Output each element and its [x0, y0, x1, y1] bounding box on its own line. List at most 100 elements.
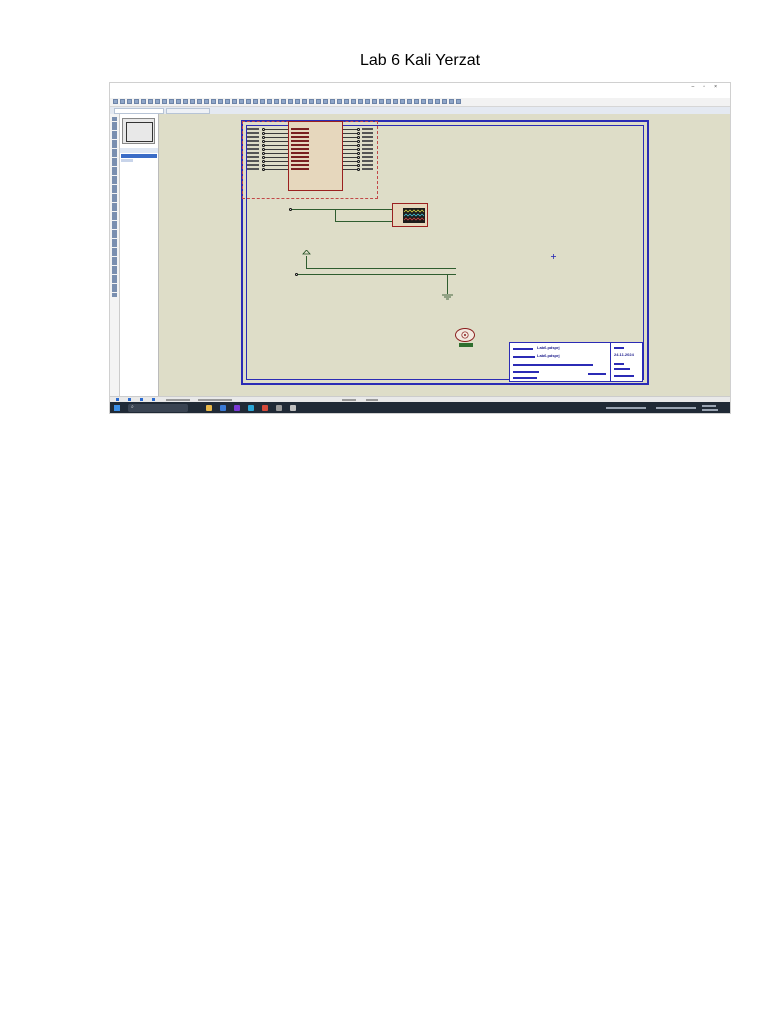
toolbar-button-icon[interactable] [358, 99, 363, 104]
toolbar-button-icon[interactable] [225, 99, 230, 104]
mode-tool-icon[interactable] [112, 252, 117, 256]
pin-terminal[interactable] [357, 143, 360, 147]
pin-terminal[interactable] [357, 139, 360, 143]
toolbar-button-icon[interactable] [148, 99, 153, 104]
toolbar-button-icon[interactable] [260, 99, 265, 104]
mode-tool-icon[interactable] [112, 117, 117, 121]
file-explorer-icon[interactable] [206, 405, 212, 411]
mode-tool-icon[interactable] [112, 180, 117, 184]
toolbar-button-icon[interactable] [344, 99, 349, 104]
device-panel[interactable] [120, 114, 159, 396]
toolbar-button-icon[interactable] [302, 99, 307, 104]
system-tray[interactable] [606, 405, 726, 411]
toolbar-button-icon[interactable] [365, 99, 370, 104]
root-sheet-indicator[interactable] [198, 399, 232, 401]
window-controls[interactable]: –▫× [692, 84, 726, 90]
toolbar-button-icon[interactable] [127, 99, 132, 104]
overview-window[interactable] [122, 118, 155, 144]
mode-tool-icon[interactable] [112, 270, 117, 274]
mode-tool-icon[interactable] [112, 234, 117, 238]
taskbar-app-icon[interactable] [262, 405, 268, 411]
play-icon[interactable] [116, 398, 119, 401]
taskbar-app-icon[interactable] [234, 405, 240, 411]
window-minimize-icon[interactable]: – [692, 84, 704, 90]
mode-tool-icon[interactable] [112, 247, 117, 252]
toolbar-button-icon[interactable] [253, 99, 258, 104]
mode-tool-icon[interactable] [112, 202, 117, 207]
mode-tool-icon[interactable] [112, 144, 117, 148]
mode-tool-icon[interactable] [112, 288, 117, 292]
wire-power-vertical[interactable] [306, 256, 307, 268]
mode-tool-icon[interactable] [112, 229, 117, 234]
toolbar-button-icon[interactable] [267, 99, 272, 104]
toolbar-button-icon[interactable] [407, 99, 412, 104]
toolbar-button-icon[interactable] [141, 99, 146, 104]
document-tabs[interactable] [110, 107, 730, 114]
mode-tool-icon[interactable] [112, 162, 117, 166]
schematic-canvas[interactable]: Lab6.pdsprj Lab6.pdsprj 24.11.2024 [159, 114, 730, 396]
toolbar-button-icon[interactable] [204, 99, 209, 104]
mode-tool-icon[interactable] [112, 216, 117, 220]
toolbar-button-icon[interactable] [393, 99, 398, 104]
toolbar-button-icon[interactable] [134, 99, 139, 104]
pin-terminal[interactable] [357, 155, 360, 159]
mode-tool-icon[interactable] [112, 220, 117, 225]
toolbar-button-icon[interactable] [183, 99, 188, 104]
mode-tool-icon[interactable] [112, 135, 117, 139]
motor-icon[interactable] [455, 328, 475, 342]
toolbar-button-icon[interactable] [323, 99, 328, 104]
pin-terminal[interactable] [357, 167, 360, 171]
mode-tool-icon[interactable] [112, 283, 117, 288]
taskbar-app-icon[interactable] [220, 405, 226, 411]
pause-icon[interactable] [140, 398, 143, 401]
toolbar-button-icon[interactable] [274, 99, 279, 104]
wire-gpio-motor[interactable] [298, 274, 456, 275]
device-list-item[interactable] [121, 159, 133, 162]
terminal-gpio[interactable] [289, 208, 292, 211]
pin-terminal[interactable] [357, 135, 360, 139]
mode-tool-icon[interactable] [112, 207, 117, 211]
toolbar-button-icon[interactable] [428, 99, 433, 104]
window-maximize-icon[interactable]: ▫ [703, 84, 714, 90]
wire-scope-input[interactable] [335, 221, 392, 222]
mode-tool-icon[interactable] [112, 198, 117, 202]
weather-widget[interactable] [606, 407, 646, 409]
toolbar-button-icon[interactable] [351, 99, 356, 104]
mode-tool-icon[interactable] [112, 121, 117, 126]
toolbar-button-icon[interactable] [288, 99, 293, 104]
toolbar-button-icon[interactable] [456, 99, 461, 104]
mode-tool-icon[interactable] [112, 139, 117, 144]
toolbar-button-icon[interactable] [449, 99, 454, 104]
wire-gpio-scope[interactable] [292, 209, 392, 210]
wire-ground-vertical[interactable] [447, 274, 448, 294]
oscilloscope-icon[interactable] [392, 203, 428, 227]
mode-tool-icon[interactable] [112, 279, 117, 283]
wire-gpio-scope-vertical[interactable] [335, 209, 336, 221]
toolbar-button-icon[interactable] [337, 99, 342, 104]
mode-tool-icon[interactable] [112, 130, 117, 135]
mode-tool-icon[interactable] [112, 238, 117, 243]
stop-icon[interactable] [152, 398, 155, 401]
toolbar-button-icon[interactable] [176, 99, 181, 104]
mode-tool-icon[interactable] [112, 153, 117, 157]
tray-icons[interactable] [656, 407, 696, 409]
toolbar-button-icon[interactable] [379, 99, 384, 104]
toolbar-button-icon[interactable] [197, 99, 202, 104]
pin-terminal[interactable] [357, 159, 360, 163]
toolbar-button-icon[interactable] [246, 99, 251, 104]
toolbar-button-icon[interactable] [120, 99, 125, 104]
mode-tool-icon[interactable] [112, 157, 117, 162]
mode-tool-icon[interactable] [112, 126, 117, 130]
device-list-item-selected[interactable] [121, 154, 157, 158]
toolbar-button-icon[interactable] [162, 99, 167, 104]
step-icon[interactable] [128, 398, 131, 401]
pin-terminal[interactable] [357, 127, 360, 131]
toolbar-button-icon[interactable] [239, 99, 244, 104]
taskbar-app-icon[interactable] [276, 405, 282, 411]
toolbar-button-icon[interactable] [190, 99, 195, 104]
mode-tool-icon[interactable] [112, 166, 117, 171]
pin-terminal[interactable] [357, 151, 360, 155]
pin-terminal[interactable] [357, 131, 360, 135]
mode-tool-icon[interactable] [112, 211, 117, 216]
toolbar-button-icon[interactable] [316, 99, 321, 104]
